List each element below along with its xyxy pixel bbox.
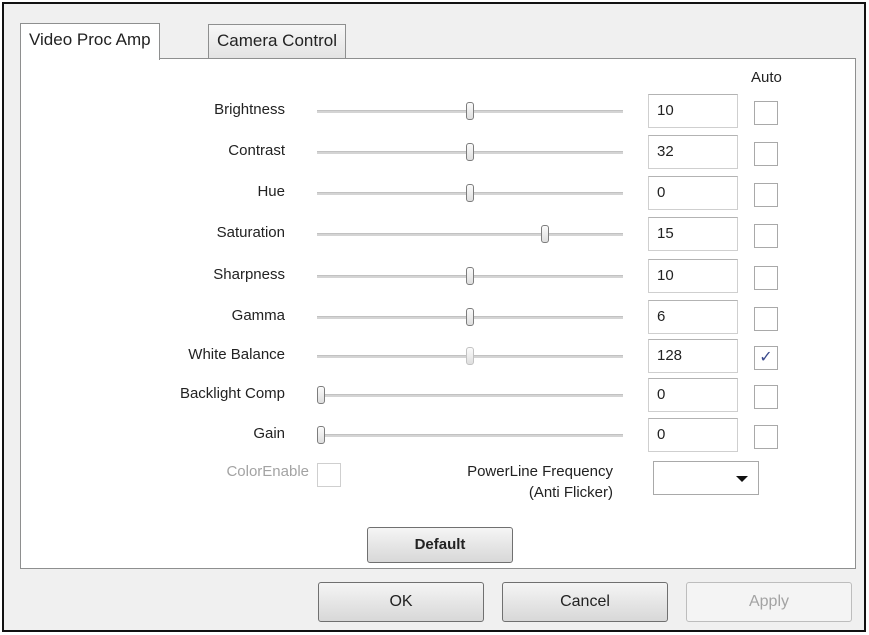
control-label: Brightness (214, 101, 285, 118)
auto-checkbox[interactable] (754, 385, 778, 409)
auto-checkbox[interactable] (754, 307, 778, 331)
cancel-button[interactable]: Cancel (502, 582, 668, 622)
control-row: Gamma 6 (21, 300, 855, 334)
auto-checkbox[interactable]: ✓ (754, 346, 778, 370)
auto-checkbox[interactable] (754, 266, 778, 290)
slider-thumb[interactable] (541, 225, 549, 243)
slider-thumb[interactable] (466, 143, 474, 161)
slider-thumb[interactable] (317, 386, 325, 404)
slider-thumb[interactable] (317, 426, 325, 444)
slider-track[interactable] (317, 347, 623, 365)
auto-checkbox[interactable] (754, 425, 778, 449)
properties-dialog: Video Proc Amp Camera Control Auto Brigh… (2, 2, 866, 632)
slider-track[interactable] (317, 267, 623, 285)
slider-thumb[interactable] (466, 267, 474, 285)
slider-thumb[interactable] (466, 184, 474, 202)
powerline-frequency-label: PowerLine Frequency (Anti Flicker) (467, 461, 613, 503)
slider-thumb[interactable] (466, 308, 474, 326)
auto-checkbox[interactable] (754, 183, 778, 207)
slider-track[interactable] (317, 184, 623, 202)
value-field[interactable]: 0 (648, 176, 738, 210)
auto-checkbox[interactable] (754, 142, 778, 166)
slider-track[interactable] (317, 102, 623, 120)
slider-track[interactable] (317, 426, 623, 444)
control-label: Gain (253, 425, 285, 442)
color-enable-label: ColorEnable (226, 463, 309, 480)
slider-track[interactable] (317, 143, 623, 161)
slider-thumb[interactable] (466, 102, 474, 120)
checkmark-icon: ✓ (759, 349, 773, 366)
apply-button[interactable]: Apply (686, 582, 852, 622)
tab-camera-control[interactable]: Camera Control (208, 24, 346, 58)
auto-column-header: Auto (751, 69, 782, 86)
value-field[interactable]: 10 (648, 259, 738, 293)
control-label: Saturation (216, 224, 285, 241)
control-row: White Balance 128 ✓ (21, 339, 855, 373)
control-label: Gamma (231, 307, 285, 324)
value-field[interactable]: 0 (648, 418, 738, 452)
value-field[interactable]: 10 (648, 94, 738, 128)
value-field[interactable]: 32 (648, 135, 738, 169)
video-proc-amp-panel: Auto Brightness 10 Contrast 32 Hue 0 Saturatio… (20, 58, 856, 569)
control-row: Brightness 10 (21, 94, 855, 128)
auto-checkbox[interactable] (754, 101, 778, 125)
powerline-frequency-label-line1: PowerLine Frequency (467, 463, 613, 480)
slider-track[interactable] (317, 225, 623, 243)
color-enable-checkbox (317, 463, 341, 487)
tab-video-proc-amp[interactable]: Video Proc Amp (20, 23, 160, 60)
control-label: Hue (257, 183, 285, 200)
slider-track[interactable] (317, 386, 623, 404)
control-label: Sharpness (213, 266, 285, 283)
ok-button[interactable]: OK (318, 582, 484, 622)
control-label: Backlight Comp (179, 385, 285, 402)
value-field[interactable]: 6 (648, 300, 738, 334)
control-row: Contrast 32 (21, 135, 855, 169)
auto-checkbox[interactable] (754, 224, 778, 248)
slider-track[interactable] (317, 308, 623, 326)
powerline-frequency-label-line2: (Anti Flicker) (528, 484, 613, 501)
control-row: Sharpness 10 (21, 259, 855, 293)
control-label: Contrast (228, 142, 285, 159)
value-field[interactable]: 15 (648, 217, 738, 251)
slider-thumb[interactable] (466, 347, 474, 365)
control-label: White Balance (188, 346, 285, 363)
control-row: Backlight Comp 0 (21, 378, 855, 412)
value-field[interactable]: 128 (648, 339, 738, 373)
control-row: Gain 0 (21, 418, 855, 452)
control-row: Hue 0 (21, 176, 855, 210)
default-button[interactable]: Default (367, 527, 513, 563)
control-row: Saturation 15 (21, 217, 855, 251)
value-field[interactable]: 0 (648, 378, 738, 412)
powerline-frequency-select[interactable] (653, 461, 759, 495)
chevron-down-icon (736, 476, 748, 482)
